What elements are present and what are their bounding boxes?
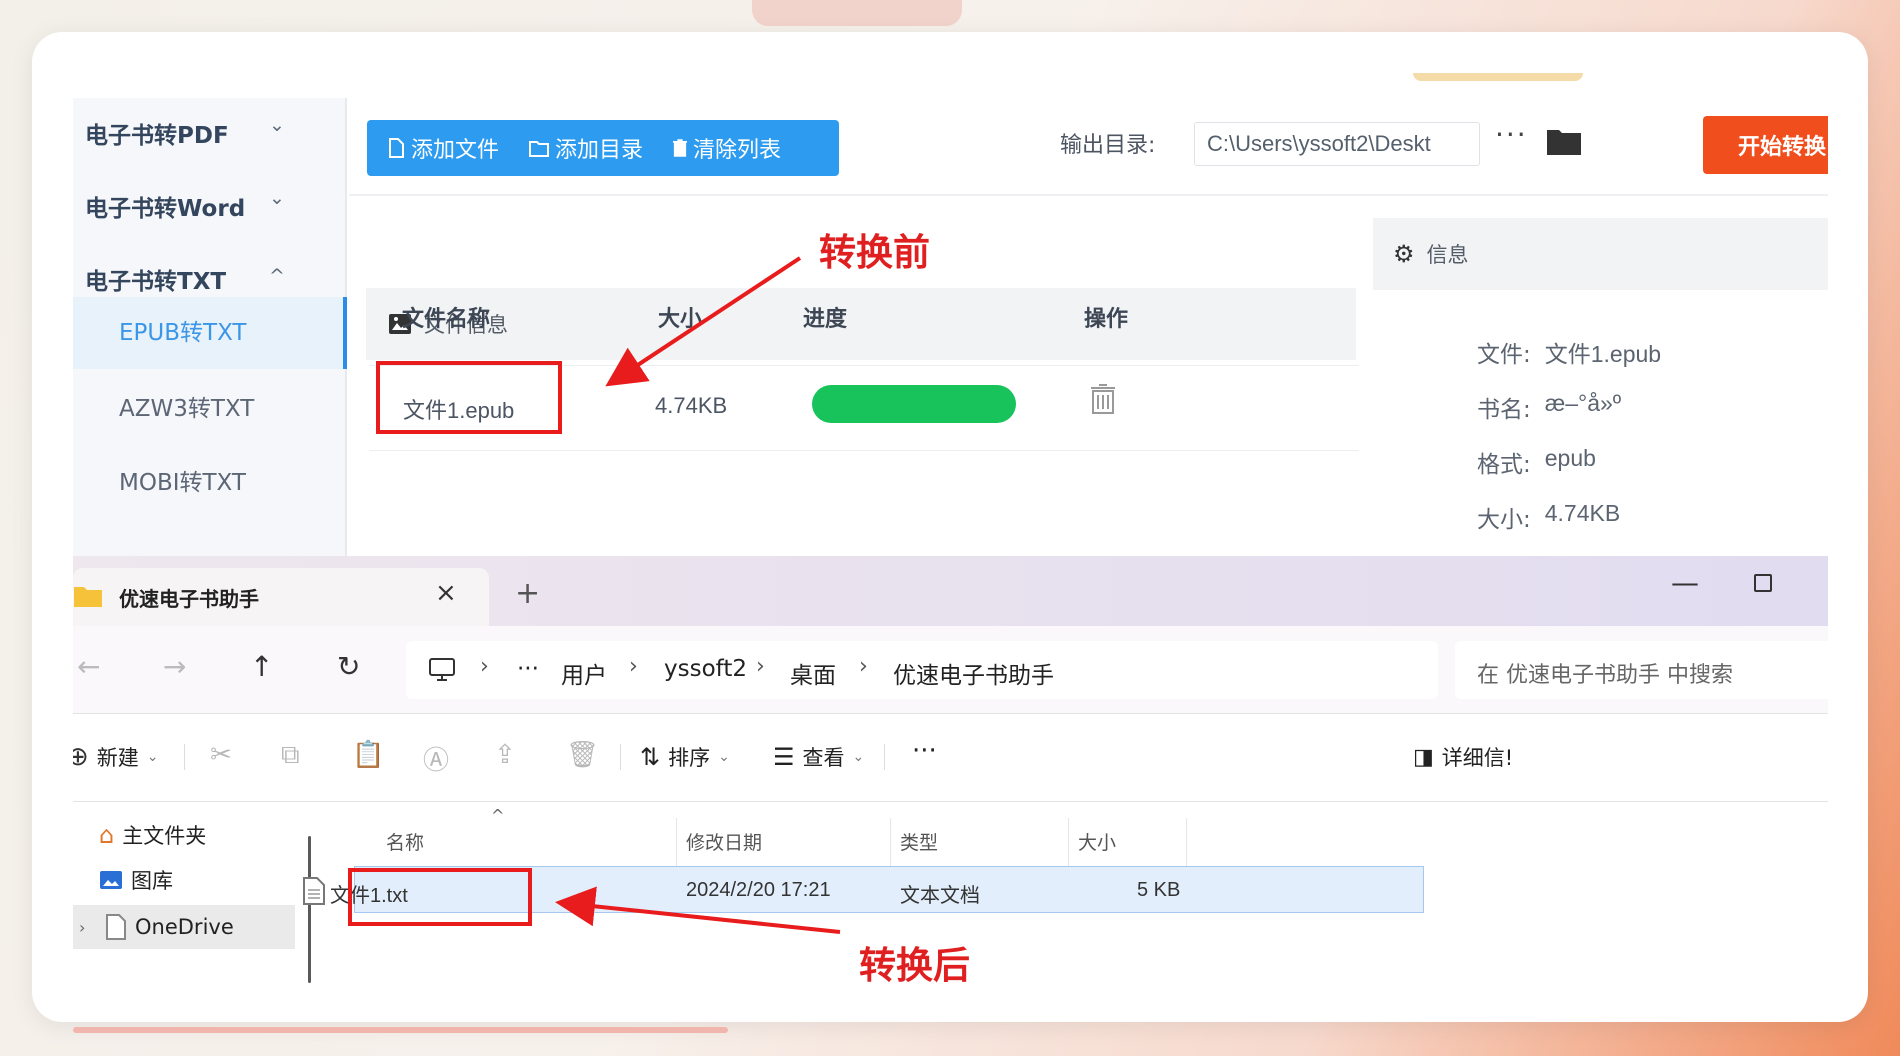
after-arrow (555, 886, 841, 934)
annotation-arrows (555, 256, 841, 934)
before-arrow (605, 256, 802, 387)
